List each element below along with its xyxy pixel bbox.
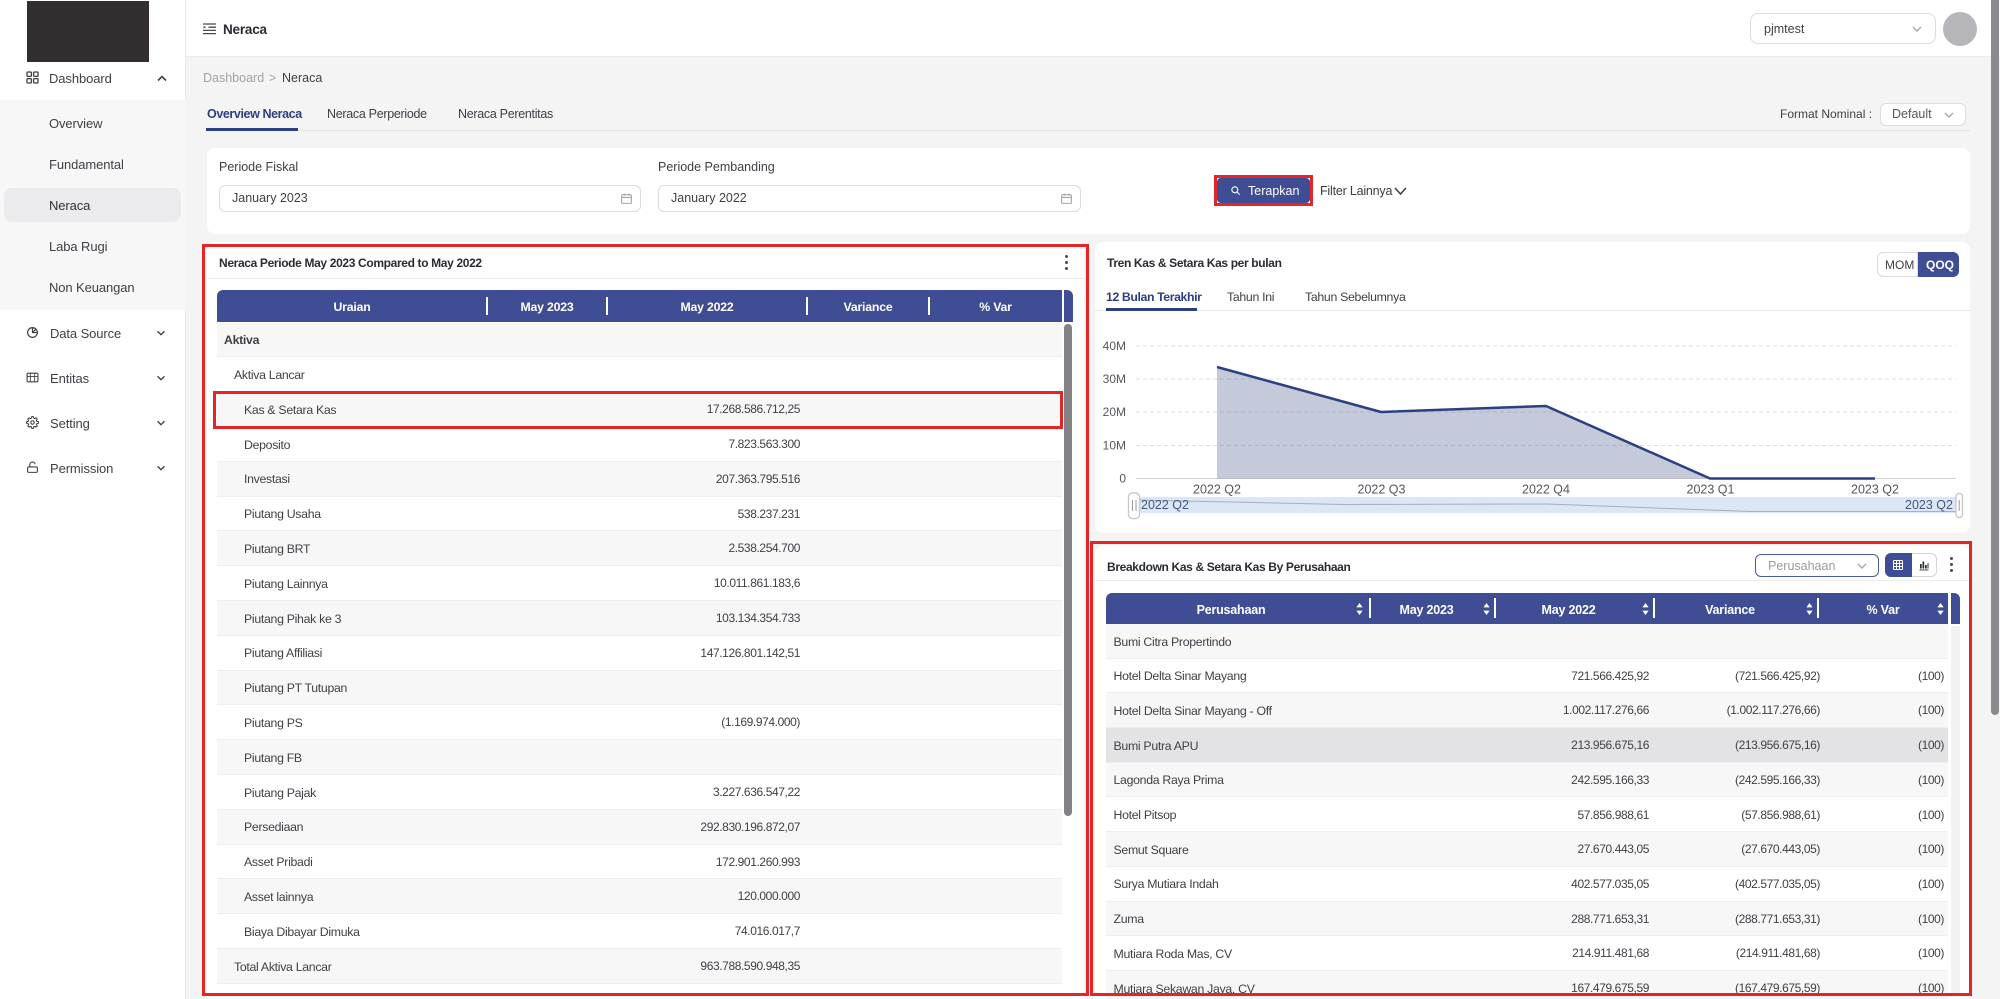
svg-text:2023 Q2: 2023 Q2 xyxy=(1851,483,1899,497)
svg-text:2022 Q2: 2022 Q2 xyxy=(1193,483,1241,497)
svg-text:2023 Q2: 2023 Q2 xyxy=(1905,498,1953,512)
svg-text:2023 Q1: 2023 Q1 xyxy=(1687,483,1735,497)
svg-text:40M: 40M xyxy=(1103,339,1126,353)
svg-text:2022 Q4: 2022 Q4 xyxy=(1522,483,1570,497)
svg-text:30M: 30M xyxy=(1103,372,1126,386)
svg-text:0: 0 xyxy=(1119,472,1126,486)
svg-text:2022 Q3: 2022 Q3 xyxy=(1358,483,1406,497)
svg-text:10M: 10M xyxy=(1103,439,1126,453)
svg-text:20M: 20M xyxy=(1103,405,1126,419)
svg-text:2022 Q2: 2022 Q2 xyxy=(1141,498,1189,512)
